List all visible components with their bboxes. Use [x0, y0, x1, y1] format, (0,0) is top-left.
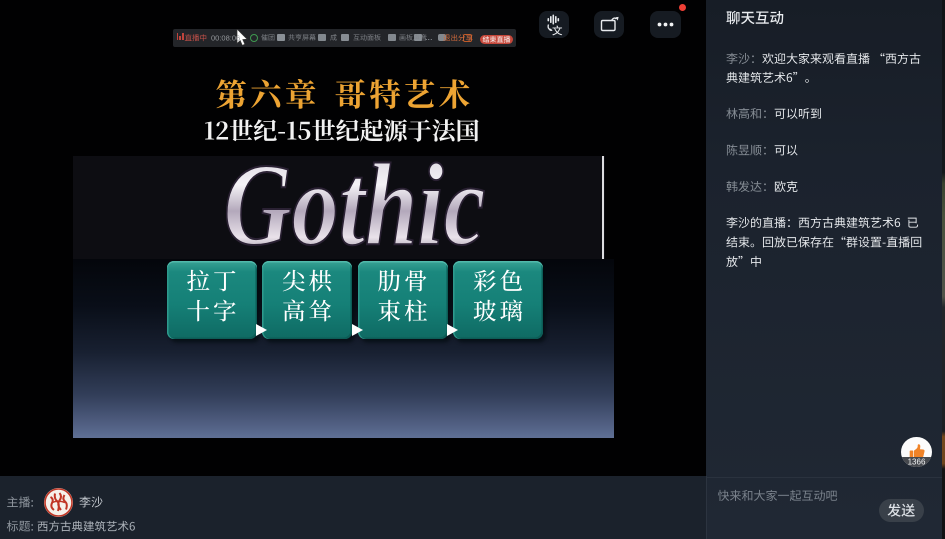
svg-text:Gothic: Gothic	[224, 156, 486, 259]
